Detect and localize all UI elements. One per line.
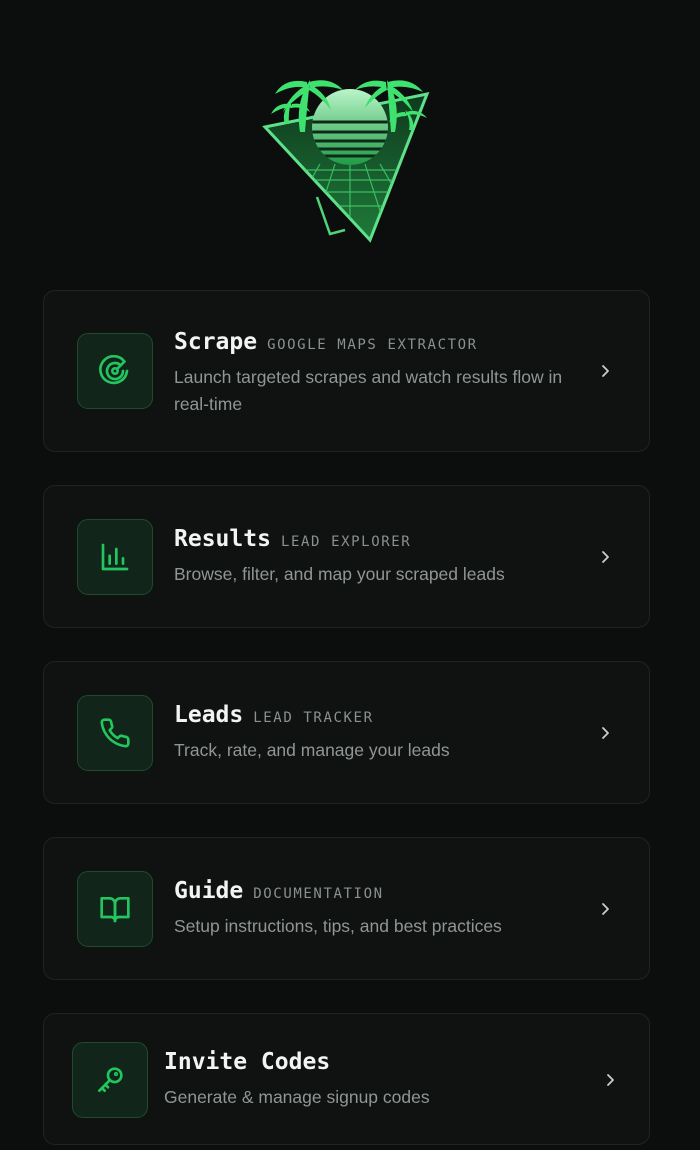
menu-card-results[interactable]: Results LEAD EXPLORER Browse, filter, an… <box>43 485 650 628</box>
chevron-right-icon <box>597 363 613 379</box>
icon-box <box>77 519 153 595</box>
menu-card-scrape[interactable]: Scrape GOOGLE MAPS EXTRACTOR Launch targ… <box>43 290 650 452</box>
card-title: Results <box>174 526 271 552</box>
card-title: Guide <box>174 878 244 904</box>
phone-icon <box>100 718 130 748</box>
chevron-right-icon <box>597 725 613 741</box>
card-title-row: Scrape GOOGLE MAPS EXTRACTOR <box>174 329 564 355</box>
chevron-right-icon <box>597 549 613 565</box>
card-text: Results LEAD EXPLORER Browse, filter, an… <box>174 526 505 588</box>
menu-card-guide[interactable]: Guide DOCUMENTATION Setup instructions, … <box>43 837 650 980</box>
card-description: Track, rate, and manage your leads <box>174 740 450 760</box>
card-subtitle: DOCUMENTATION <box>253 886 384 902</box>
card-subtitle: LEAD EXPLORER <box>280 534 412 550</box>
chevron-right-icon <box>602 1072 618 1088</box>
card-text: Scrape GOOGLE MAPS EXTRACTOR Launch targ… <box>174 329 564 418</box>
card-text: Guide DOCUMENTATION Setup instructions, … <box>174 878 502 940</box>
card-description: Generate & manage signup codes <box>164 1087 430 1107</box>
icon-box <box>72 1042 148 1118</box>
card-subtitle: GOOGLE MAPS EXTRACTOR <box>267 337 478 353</box>
menu-card-leads[interactable]: Leads LEAD TRACKER Track, rate, and mana… <box>43 661 650 804</box>
home-page: Scrape GOOGLE MAPS EXTRACTOR Launch targ… <box>0 0 700 1150</box>
radar-icon <box>99 355 129 385</box>
retro-sunset-logo <box>255 72 440 250</box>
card-title-row: Invite Codes <box>164 1049 430 1075</box>
card-title-row: Leads LEAD TRACKER <box>174 702 450 728</box>
book-open-icon <box>100 897 130 923</box>
card-text: Invite Codes Generate & manage signup co… <box>164 1049 430 1111</box>
card-description: Setup instructions, tips, and best pract… <box>174 916 502 936</box>
icon-box <box>77 333 153 409</box>
icon-box <box>77 871 153 947</box>
bar-chart-icon <box>101 543 129 571</box>
card-title: Leads <box>174 702 244 728</box>
menu-card-invite-codes[interactable]: Invite Codes Generate & manage signup co… <box>43 1013 650 1145</box>
card-title-row: Guide DOCUMENTATION <box>174 878 502 904</box>
card-title: Scrape <box>174 329 258 355</box>
key-icon <box>98 1067 123 1092</box>
card-title: Invite Codes <box>164 1049 331 1075</box>
icon-box <box>77 695 153 771</box>
card-subtitle: LEAD TRACKER <box>253 710 374 726</box>
card-description: Browse, filter, and map your scraped lea… <box>174 564 505 584</box>
card-description: Launch targeted scrapes and watch result… <box>174 367 563 414</box>
card-title-row: Results LEAD EXPLORER <box>174 526 505 552</box>
card-text: Leads LEAD TRACKER Track, rate, and mana… <box>174 702 450 764</box>
chevron-right-icon <box>597 901 613 917</box>
